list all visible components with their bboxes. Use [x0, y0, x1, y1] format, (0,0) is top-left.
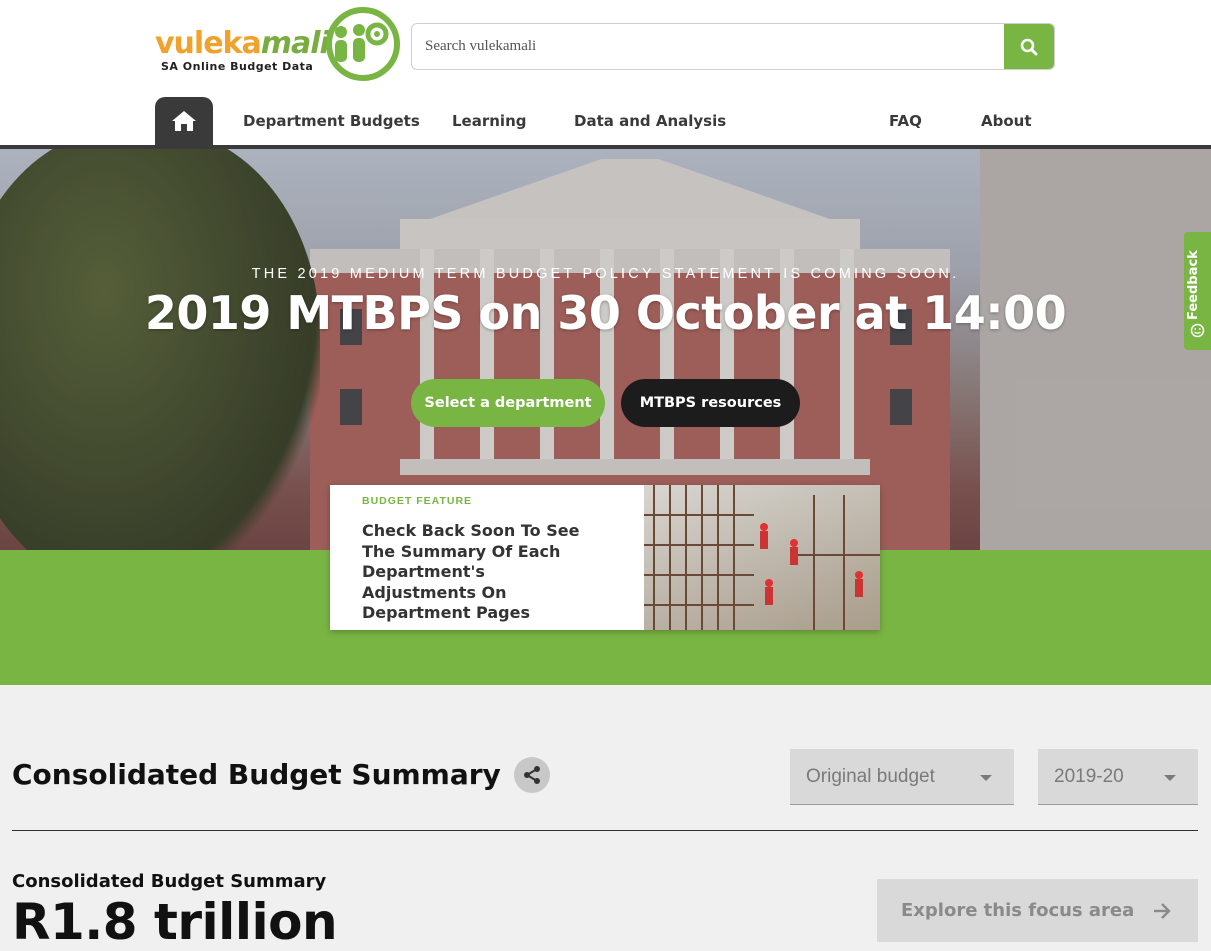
site-logo[interactable]: vulekamali SA Online Budget Data [155, 6, 401, 84]
nav-home-tab[interactable] [155, 97, 213, 145]
budget-feature-card[interactable]: BUDGET FEATURE Check Back Soon To See Th… [330, 485, 880, 630]
explore-label: Explore this focus area [901, 900, 1135, 921]
home-icon [172, 111, 196, 131]
logo-tagline: SA Online Budget Data [161, 60, 314, 73]
chevron-down-icon [1164, 775, 1176, 781]
search-bar [411, 23, 1055, 70]
explore-focus-area-button[interactable]: Explore this focus area [877, 879, 1198, 942]
nav-item-learning[interactable]: Learning [452, 112, 527, 130]
main-nav: Department Budgets Learning Data and Ana… [0, 97, 1211, 145]
year-value: 2019-20 [1054, 766, 1124, 787]
summary-amount: R1.8 trillion [12, 893, 338, 951]
summary-title: Consolidated Budget Summary [12, 758, 501, 791]
feedback-label: Feedback [1186, 250, 1201, 320]
nav-item-department-budgets[interactable]: Department Budgets [243, 112, 420, 130]
nav-item-faq[interactable]: FAQ [889, 112, 922, 130]
feature-title: Check Back Soon To See The Summary Of Ea… [362, 521, 580, 622]
year-select[interactable]: 2019-20 [1038, 749, 1198, 805]
feedback-tab[interactable]: Feedback [1184, 232, 1211, 350]
search-button[interactable] [1004, 24, 1054, 69]
share-icon [524, 766, 540, 784]
search-input[interactable] [412, 24, 1005, 69]
budget-type-value: Original budget [806, 766, 935, 787]
arrow-right-icon [1154, 903, 1171, 919]
share-button[interactable] [514, 757, 550, 793]
logo-word-part1: vuleka [155, 26, 262, 61]
mtbps-resources-button[interactable]: MTBPS resources [621, 379, 800, 427]
nav-item-about[interactable]: About [981, 112, 1032, 130]
site-header: vulekamali SA Online Budget Data Depart [0, 0, 1211, 145]
search-icon [1020, 38, 1038, 55]
hero-eyebrow: THE 2019 MEDIUM TERM BUDGET POLICY STATE… [251, 266, 960, 282]
budget-type-select[interactable]: Original budget [790, 749, 1014, 805]
feature-eyebrow: BUDGET FEATURE [362, 495, 473, 507]
hero-title: 2019 MTBPS on 30 October at 14:00 [144, 286, 1067, 340]
nav-item-data-and-analysis[interactable]: Data and Analysis [574, 112, 726, 130]
smiley-icon [1190, 323, 1205, 338]
summary-subtitle: Consolidated Budget Summary [12, 871, 327, 892]
construction-workers-image [644, 485, 880, 630]
select-department-button[interactable]: Select a department [411, 379, 605, 427]
feature-image [644, 485, 880, 630]
chevron-down-icon [980, 775, 992, 781]
section-divider [12, 830, 1198, 831]
